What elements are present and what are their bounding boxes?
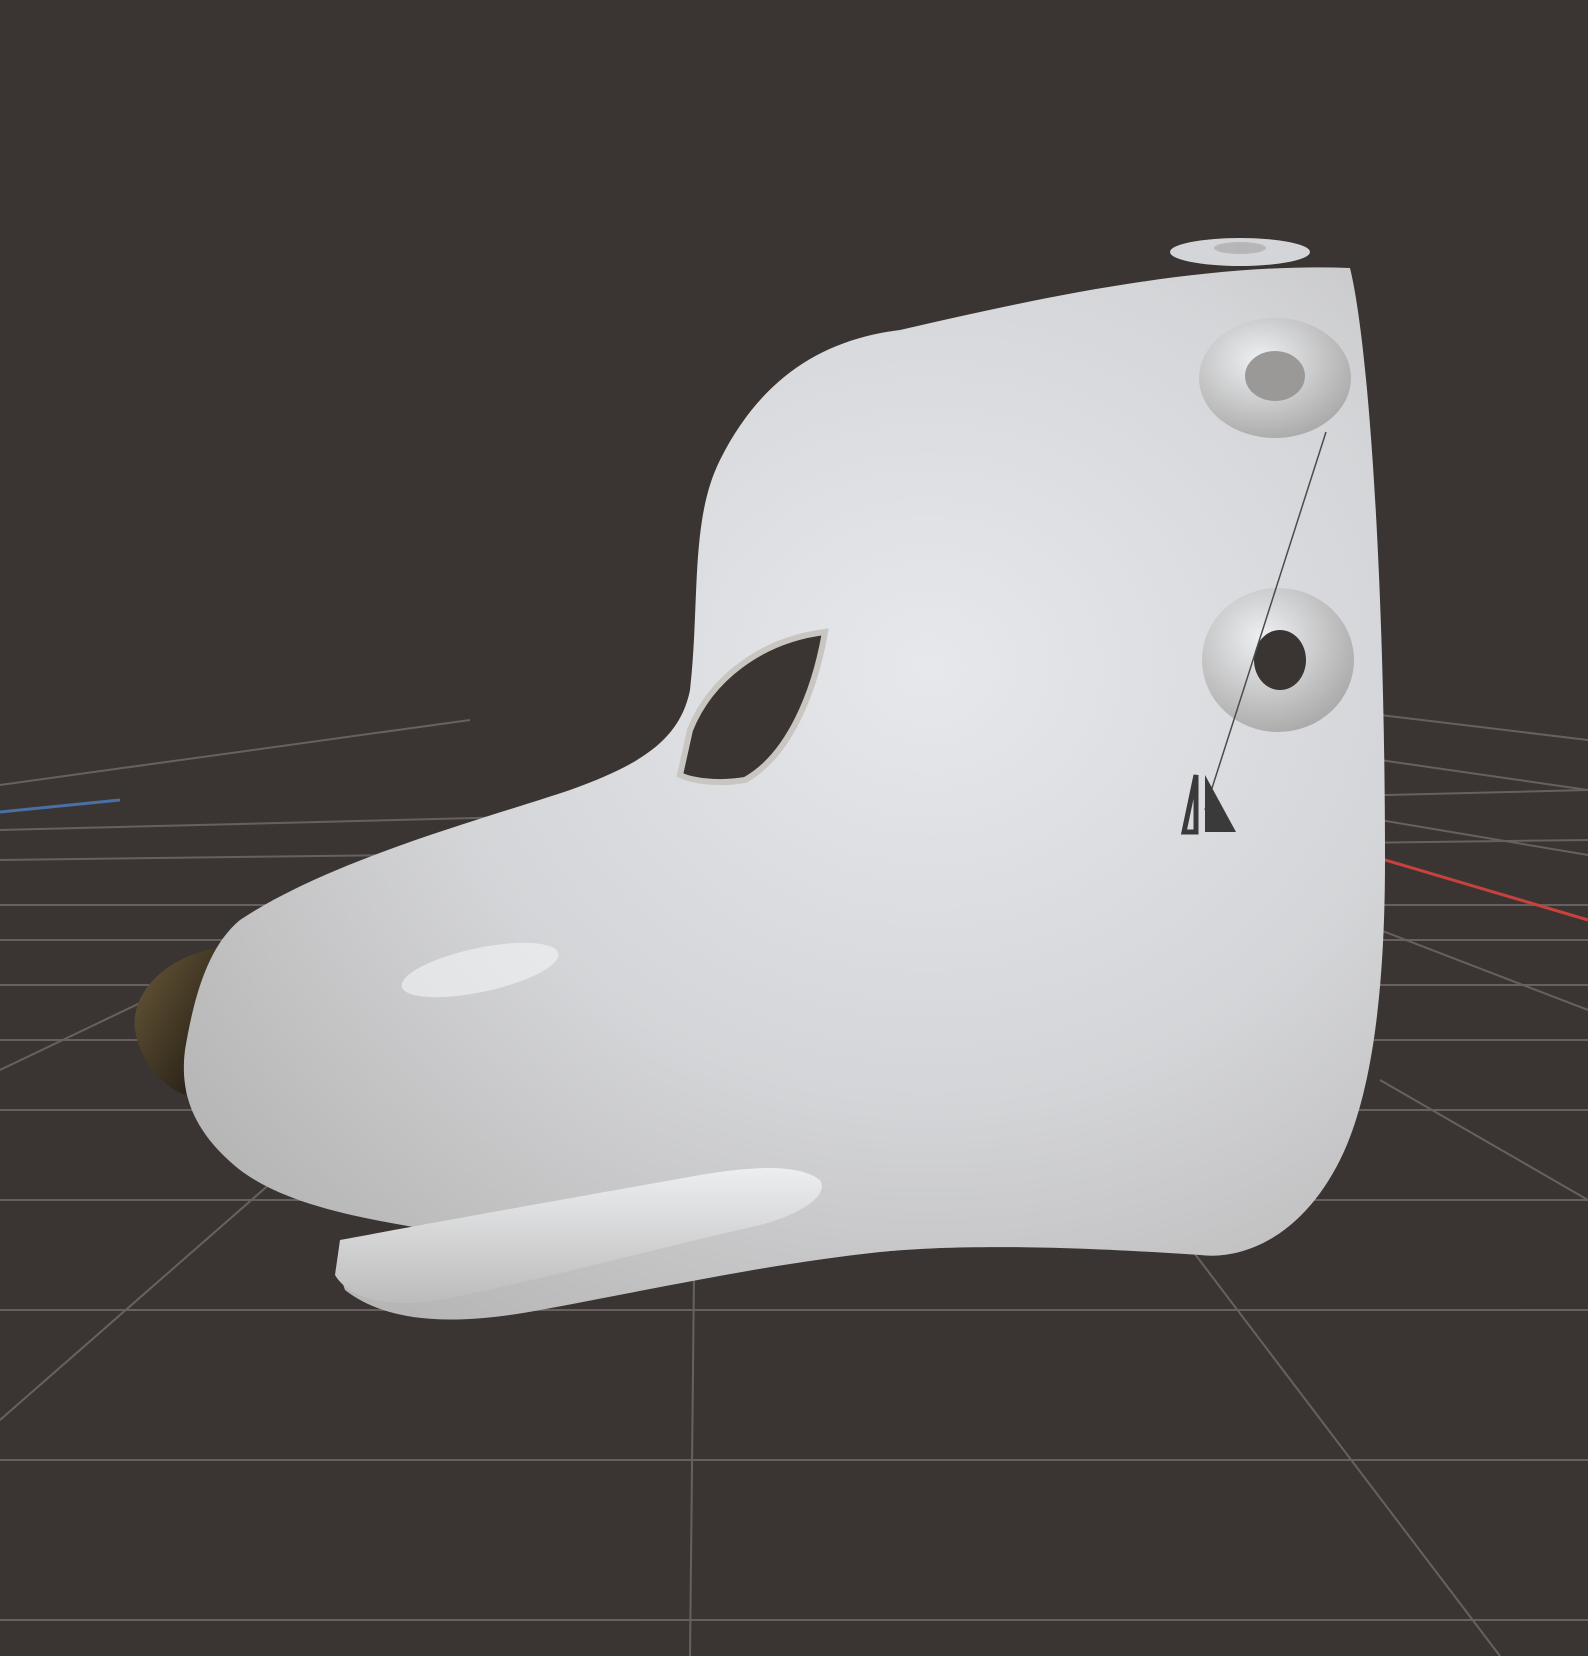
strap-ring-lower[interactable] (1202, 588, 1354, 732)
viewport-canvas[interactable] (0, 0, 1588, 1656)
top-connector-hole (1214, 242, 1266, 254)
strap-ring-upper[interactable] (1199, 318, 1351, 438)
y-axis-line (0, 798, 121, 814)
head-shell[interactable] (183, 267, 1386, 1320)
3d-viewport[interactable] (0, 0, 1588, 1656)
